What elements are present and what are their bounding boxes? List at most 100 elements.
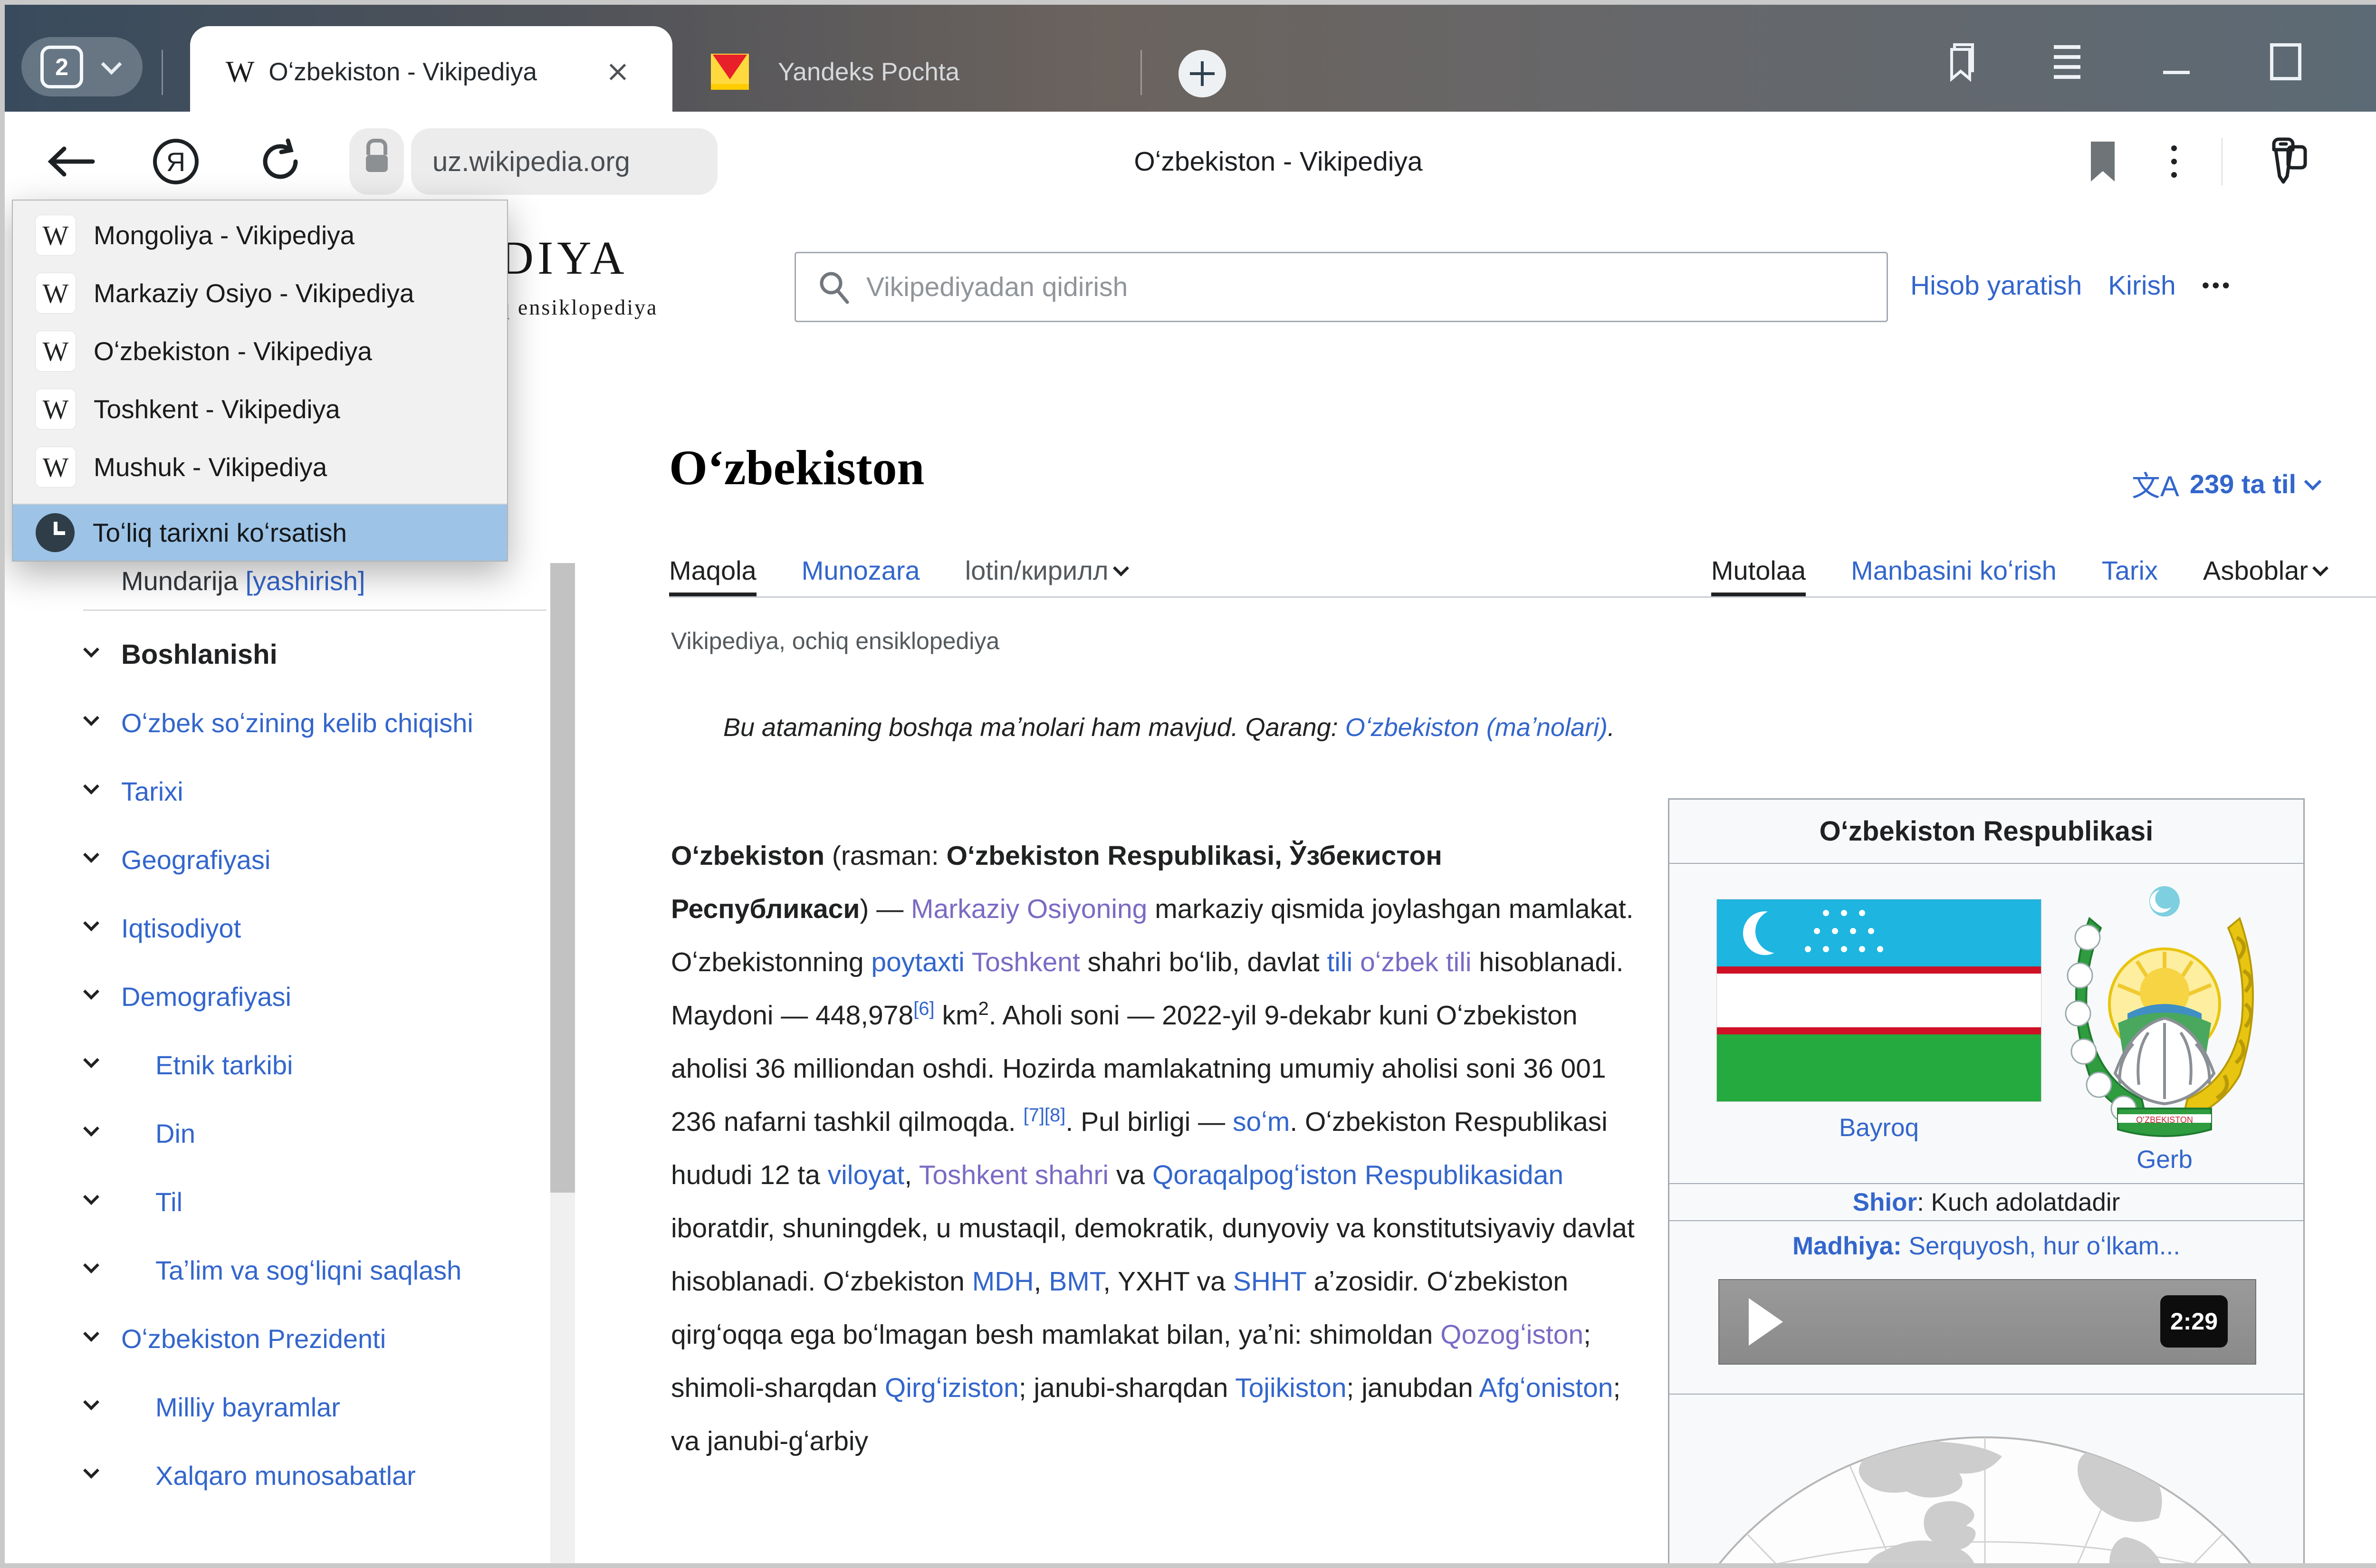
chevron-down-icon: [83, 915, 99, 931]
browser-window: 2 W Oʻzbekiston - Vikipediya Yandeks Poc…: [0, 0, 2376, 1568]
browser-toolbar: Я uz.wikipedia.org Oʻzbekiston - Vikiped…: [5, 112, 2376, 211]
toc-item[interactable]: Iqtisodiyot: [121, 908, 539, 949]
search-icon: [815, 268, 853, 306]
emblem-caption-link[interactable]: Gerb: [2061, 1145, 2268, 1174]
menu-item-history-entry[interactable]: W Oʻzbekiston - Vikipediya: [13, 322, 507, 380]
flag-caption-link[interactable]: Bayroq: [1717, 1113, 2041, 1142]
uzbekistan-flag-image[interactable]: [1717, 899, 2041, 1101]
tab-mutolaa[interactable]: Mutolaa: [1711, 555, 1806, 596]
toc-item[interactable]: Tarixi: [121, 771, 539, 812]
menu-item-history-entry[interactable]: W Mongoliya - Vikipediya: [13, 206, 507, 264]
create-account-link[interactable]: Hisob yaratish: [1910, 270, 2082, 301]
infobox-motto-row: Shior: Kuch adolatdadir: [1669, 1184, 2303, 1221]
history-clock-icon: [36, 513, 75, 552]
menu-item-history-entry[interactable]: W Mushuk - Vikipediya: [13, 438, 507, 496]
uzbekistan-emblem-image[interactable]: OʻZBEKISTON: [2061, 880, 2268, 1142]
wikipedia-favicon: W: [36, 215, 76, 255]
key-icon: [2260, 135, 2312, 188]
menu-item-label: Mushuk - Vikipediya: [94, 452, 327, 482]
back-button[interactable]: [33, 112, 109, 211]
toc-scrollbar[interactable]: [550, 563, 575, 1563]
anthem-label-link[interactable]: Madhiya: [1792, 1232, 1893, 1260]
toc-item[interactable]: Oʻzbekiston Prezidenti: [121, 1319, 539, 1359]
wikipedia-favicon: W: [226, 54, 254, 89]
bookmark-button[interactable]: [2072, 112, 2134, 211]
divider: [2222, 138, 2223, 185]
page-menu-button[interactable]: [2148, 112, 2200, 211]
address-bar[interactable]: uz.wikipedia.org: [411, 128, 718, 195]
language-selector[interactable]: 文A 239 ta til: [2132, 463, 2319, 505]
minimize-icon: [2163, 71, 2190, 74]
tab-maqola[interactable]: Maqola: [669, 555, 757, 596]
chevron-down-icon: [83, 847, 99, 863]
menu-item-history-entry[interactable]: W Toshkent - Vikipediya: [13, 380, 507, 438]
yandex-icon: Я: [151, 137, 201, 186]
downloads-button[interactable]: [2362, 112, 2376, 211]
tab-munozara[interactable]: Munozara: [802, 555, 920, 596]
passwords-button[interactable]: [2248, 112, 2324, 211]
toc-item[interactable]: Taʼlim va sogʻliqni saqlash: [121, 1250, 539, 1291]
tab-bar: 2 W Oʻzbekiston - Vikipediya Yandeks Poc…: [5, 5, 2376, 112]
tab-title: Oʻzbekiston - Vikipediya: [268, 57, 601, 86]
wiki-search-input[interactable]: Vikipediyadan qidirish: [795, 252, 1888, 322]
divider: [162, 50, 163, 95]
toolbar-page-title: Oʻzbekiston - Vikipediya: [993, 112, 1563, 211]
tab-title: Yandeks Pochta: [778, 57, 959, 86]
wikipedia-favicon: W: [36, 331, 76, 371]
browser-menu-button[interactable]: [2039, 33, 2096, 90]
tab-tarix[interactable]: Tarix: [2102, 555, 2158, 596]
menu-item-show-full-history[interactable]: Toʻliq tarixni koʻrsatish: [13, 505, 507, 561]
motto-label-link[interactable]: Shior: [1853, 1188, 1917, 1216]
toc-item[interactable]: Xalqaro munosabatlar: [121, 1455, 539, 1496]
hatnote: Bu atamaning boshqa maʼnolari ham mavjud…: [723, 713, 1615, 742]
toc-item[interactable]: Geografiyasi: [121, 840, 539, 880]
infobox-location-map[interactable]: [1669, 1395, 2303, 1563]
divider: [83, 610, 546, 611]
minimize-button[interactable]: [2148, 33, 2205, 90]
menu-item-label: Oʻzbekiston - Vikipediya: [94, 336, 372, 366]
toc-scrollbar-thumb[interactable]: [550, 563, 575, 1193]
chevron-down-icon: [83, 1052, 99, 1068]
close-window-button[interactable]: [2366, 33, 2376, 90]
chevron-down-icon: [83, 1257, 99, 1273]
wikipedia-favicon: W: [36, 273, 76, 313]
yandex-mail-icon: [708, 50, 752, 94]
toc-item[interactable]: Boshlanishi: [121, 634, 539, 675]
anthem-audio-player[interactable]: 2:29: [1718, 1279, 2256, 1365]
reload-button[interactable]: [242, 112, 318, 211]
close-tab-icon[interactable]: [604, 57, 632, 86]
toc-item[interactable]: Din: [121, 1113, 539, 1154]
tab-active-ozbekiston[interactable]: W Oʻzbekiston - Vikipediya: [190, 26, 672, 117]
toc-item[interactable]: Demografiyasi: [121, 976, 539, 1017]
more-options-icon[interactable]: •••: [2202, 274, 2232, 297]
yandex-search-button[interactable]: Я: [138, 112, 214, 211]
tab-yandex-mail[interactable]: Yandeks Pochta: [684, 26, 1136, 117]
article-lead-paragraph: Oʻzbekiston (rasman: Oʻzbekiston Respubl…: [671, 829, 1643, 1468]
chevron-down-icon: [2304, 473, 2322, 490]
menu-item-history-entry[interactable]: W Markaziy Osiyo - Vikipediya: [13, 264, 507, 322]
toc-item[interactable]: Oʻzbek soʻzining kelib chiqishi: [121, 703, 539, 744]
maximize-button[interactable]: [2257, 33, 2314, 90]
chevron-down-icon: [83, 1463, 99, 1479]
divider: [1140, 50, 1142, 95]
toc-item[interactable]: Milliy bayramlar: [121, 1387, 539, 1428]
chevron-down-icon: [83, 1394, 99, 1410]
tab-counter-button[interactable]: 2: [21, 37, 143, 96]
play-icon[interactable]: [1749, 1298, 1783, 1346]
login-link[interactable]: Kirish: [2108, 270, 2176, 301]
toc-hide-link[interactable]: [yashirish]: [245, 566, 365, 596]
new-tab-button[interactable]: [1178, 50, 1226, 97]
audio-duration-badge: 2:29: [2160, 1295, 2228, 1348]
bookmark-flag-icon: [2088, 140, 2117, 183]
globe-map-image: [1669, 1395, 2300, 1563]
tab-variant-selector[interactable]: lotin/кирилл: [965, 555, 1127, 596]
collections-button[interactable]: [1934, 33, 1991, 90]
toc-item[interactable]: Etnik tarkibi: [121, 1045, 539, 1086]
reload-icon: [257, 138, 304, 185]
tab-asboblar[interactable]: Asboblar: [2203, 555, 2326, 596]
site-security-badge[interactable]: [349, 128, 404, 195]
anthem-title-link[interactable]: Serquyosh, hur oʻlkam...: [1902, 1232, 2180, 1260]
chevron-down-icon: [83, 1120, 99, 1137]
tab-manbasini-korish[interactable]: Manbasini koʻrish: [1851, 555, 2057, 596]
toc-item[interactable]: Til: [121, 1182, 539, 1223]
